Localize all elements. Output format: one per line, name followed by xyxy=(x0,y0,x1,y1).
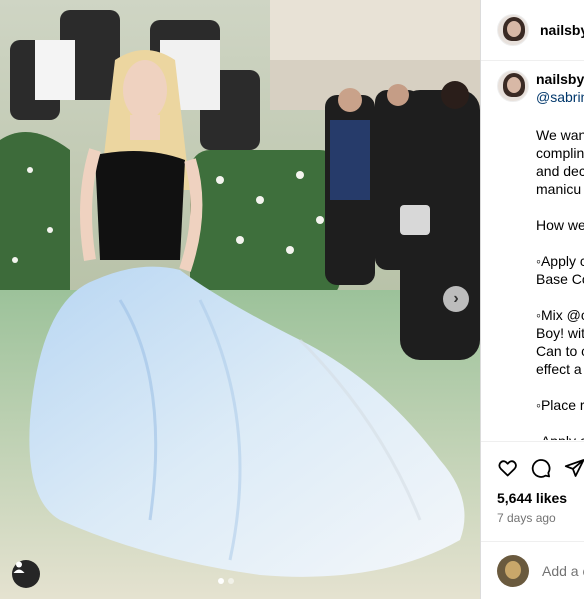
caption-line xyxy=(536,378,584,396)
user-tags-button[interactable] xyxy=(12,560,40,588)
caption-line: ◦Apply c xyxy=(536,432,584,440)
photo-illustration xyxy=(0,0,480,599)
caption-line: Boy! wit xyxy=(536,325,584,341)
caption-mention-link[interactable]: @sabrin xyxy=(536,88,584,106)
carousel-indicator xyxy=(218,578,234,584)
comment-bar: Add a c xyxy=(481,541,584,599)
caption-line: We wan xyxy=(536,127,584,143)
emoji-button[interactable] xyxy=(497,554,529,587)
carousel-next-button[interactable]: › xyxy=(443,286,469,312)
caption-username[interactable]: nailsby xyxy=(536,70,584,88)
caption-line: complin xyxy=(536,145,584,161)
caption-line: ◦Place r xyxy=(536,397,584,413)
carousel-dot xyxy=(228,578,234,584)
comment-input[interactable]: Add a c xyxy=(542,563,584,579)
post-sidebar: nailsby nailsby @sabrin We wan complin and… xyxy=(480,0,584,599)
caption-line xyxy=(536,234,584,252)
caption-avatar[interactable] xyxy=(497,70,529,102)
caption-line: How we xyxy=(536,217,584,233)
comment-icon[interactable] xyxy=(530,456,551,480)
header-username[interactable]: nailsby xyxy=(540,22,584,38)
post-actions: 5,644 likes 7 days ago xyxy=(481,441,584,541)
avatar[interactable] xyxy=(497,14,529,46)
likes-count[interactable]: 5,644 likes xyxy=(497,490,567,506)
carousel-dot-active xyxy=(218,578,224,584)
caption-line xyxy=(536,288,584,306)
user-tag-icon xyxy=(13,561,25,573)
caption-line: Base Co xyxy=(536,271,584,287)
chevron-right-icon: › xyxy=(453,290,459,307)
caption-line xyxy=(536,414,584,432)
caption-line xyxy=(536,198,584,216)
caption-line: effect a xyxy=(536,361,582,377)
caption-text: We wan complin and dec manicu How we ◦Apply c… xyxy=(536,126,584,440)
post-timestamp[interactable]: 7 days ago xyxy=(497,511,556,525)
post-header: nailsby xyxy=(481,0,584,61)
caption-line: ◦Mix @c xyxy=(536,307,584,323)
caption: nailsby @sabrin We wan complin and dec mani… xyxy=(497,70,584,440)
share-icon[interactable] xyxy=(564,456,584,480)
caption-line: and dec xyxy=(536,163,584,179)
caption-line: manicu xyxy=(536,181,582,197)
post-image[interactable]: › xyxy=(0,0,480,599)
heart-icon[interactable] xyxy=(497,456,518,480)
caption-line: Can to c xyxy=(536,343,584,359)
caption-line: ◦Apply c xyxy=(536,253,584,269)
